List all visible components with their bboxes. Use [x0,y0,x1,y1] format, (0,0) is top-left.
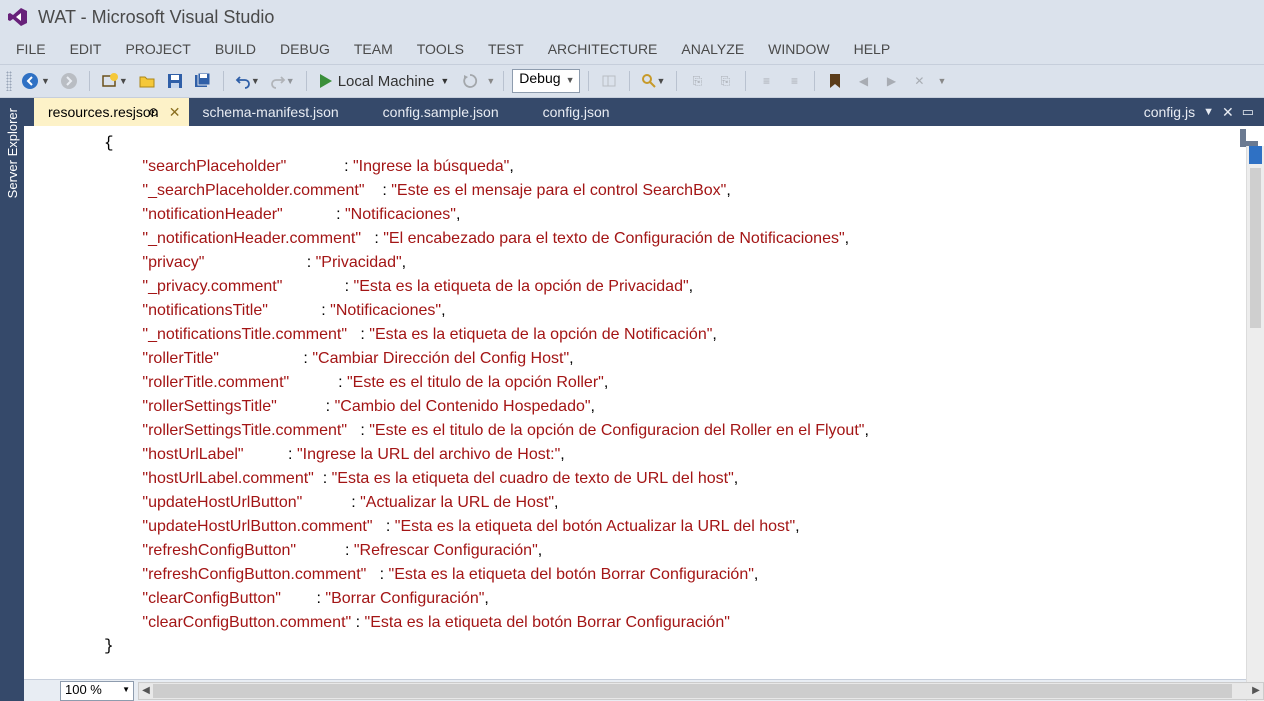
menu-item[interactable]: BUILD [205,39,266,59]
indent-icon[interactable]: ≡ [754,69,778,93]
close-icon[interactable]: ✕ [169,104,181,121]
outdent-icon[interactable]: ≡ [782,69,806,93]
title-bar: WAT - Microsoft Visual Studio [0,0,1264,34]
config-dropdown[interactable]: Debug [512,69,579,93]
debug-target-label: Local Machine [338,73,435,90]
tab-scroll-icon[interactable]: ▼ [1203,106,1214,118]
nav-back-button[interactable]: ▼ [18,69,53,93]
toolbar-grip [6,71,12,91]
bookmark-icon[interactable] [823,69,847,93]
start-debug-button[interactable]: Local Machine ▼ [315,69,455,93]
server-explorer-tab[interactable]: Server Explorer [0,98,24,701]
open-file-button[interactable] [135,69,159,93]
close-all-icon[interactable]: ✕ [1222,104,1234,121]
tool-icon-1[interactable] [597,69,621,93]
menu-item[interactable]: FILE [6,39,56,59]
save-all-button[interactable] [191,69,215,93]
menu-item[interactable]: TEST [478,39,534,59]
undo-button[interactable]: ▼ [232,69,263,93]
code-editor[interactable]: { "searchPlaceholder" : "Ingrese la búsq… [24,126,1264,701]
editor-footer: 100 % ◀ ▶ [24,679,1264,701]
vs-logo-icon [8,7,28,27]
save-button[interactable] [163,69,187,93]
tab-right-tools: config.js ▼ ✕ ▭ [1144,98,1264,126]
nav-bookmark-prev-icon[interactable]: ◀ [851,69,875,93]
zoom-dropdown[interactable]: 100 % [60,681,134,701]
menu-item[interactable]: EDIT [60,39,112,59]
main-area: resources.resjson ⊙ ✕ schema-manifest.js… [24,98,1264,701]
menu-item[interactable]: PROJECT [115,39,200,59]
menu-item[interactable]: HELP [844,39,901,59]
nav-bookmark-next-icon[interactable]: ▶ [879,69,903,93]
find-button[interactable]: ▼ [638,69,669,93]
maximize-icon[interactable]: ▭ [1242,104,1254,120]
horizontal-scrollbar[interactable]: ◀ ▶ [138,682,1264,700]
menu-item[interactable]: TOOLS [407,39,474,59]
menu-item[interactable]: DEBUG [270,39,340,59]
tab-item[interactable]: config.sample.json [369,98,529,126]
tab-strip: resources.resjson ⊙ ✕ schema-manifest.js… [24,98,1264,126]
menu-item[interactable]: TEAM [344,39,403,59]
toolbar: ▼ ▼ ▼ ▼ Local Machine ▼ ▼ Debug ▼ [0,64,1264,98]
code-content[interactable]: { "searchPlaceholder" : "Ingrese la búsq… [24,126,1264,679]
menu-bar: FILEEDITPROJECTBUILDDEBUGTEAMTOOLSTESTAR… [0,34,1264,64]
window-title: WAT - Microsoft Visual Studio [38,7,274,28]
vertical-scrollbar[interactable] [1246,146,1264,701]
split-icon[interactable] [1240,129,1258,147]
redo-button[interactable]: ▼ [267,69,298,93]
nav-forward-button[interactable] [57,69,81,93]
new-project-button[interactable]: ▼ [98,69,131,93]
menu-item[interactable]: WINDOW [758,39,839,59]
clear-bookmarks-icon[interactable]: ✕ [907,69,931,93]
menu-item[interactable]: ANALYZE [671,39,754,59]
uncomment-icon[interactable]: ⎘ [713,69,737,93]
refresh-button[interactable] [458,69,482,93]
tab-active[interactable]: resources.resjson ⊙ ✕ [34,98,189,126]
pin-icon[interactable]: ⊙ [148,105,158,119]
tab-item[interactable]: schema-manifest.json [189,98,369,126]
tab-item[interactable]: config.json [529,98,640,126]
menu-item[interactable]: ARCHITECTURE [538,39,668,59]
comment-icon[interactable]: ⎘ [685,69,709,93]
tab-right-label[interactable]: config.js [1144,104,1195,120]
body-area: Server Explorer resources.resjson ⊙ ✕ sc… [0,98,1264,701]
